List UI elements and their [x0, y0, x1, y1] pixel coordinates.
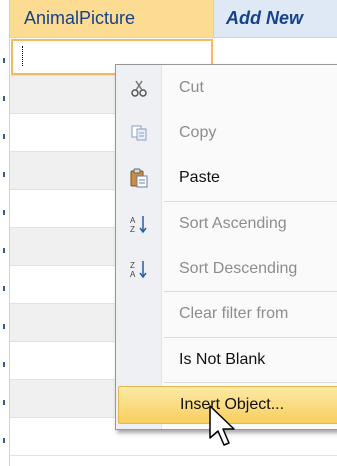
- sort-descending-icon: ZA: [126, 256, 152, 282]
- row-marker: [3, 438, 5, 443]
- menu-item-label: Cut: [179, 79, 204, 96]
- menu-item-cut[interactable]: Cut: [116, 69, 337, 107]
- column-header-add-new[interactable]: Add New: [214, 0, 337, 38]
- menu-separator: [164, 201, 337, 202]
- menu-separator: [164, 382, 337, 383]
- row-marker: [3, 210, 5, 215]
- row-marker: [3, 172, 5, 177]
- context-menu: Cut Copy Paste AZ Sort Ascending ZA Sort…: [115, 64, 337, 430]
- row-marker: [3, 324, 5, 329]
- svg-text:Z: Z: [130, 225, 135, 234]
- sort-ascending-icon: AZ: [126, 211, 152, 237]
- text-caret: [22, 46, 24, 66]
- menu-item-label: Sort Ascending: [179, 215, 287, 232]
- row-marker: [3, 58, 5, 63]
- menu-item-label: Copy: [179, 124, 217, 141]
- mouse-pointer-icon: [206, 404, 246, 458]
- menu-separator: [164, 291, 337, 292]
- svg-text:A: A: [130, 270, 136, 279]
- menu-item-sort-descending[interactable]: ZA Sort Descending: [116, 250, 337, 288]
- menu-item-copy[interactable]: Copy: [116, 114, 337, 152]
- scissors-icon: [126, 75, 152, 101]
- menu-separator: [164, 337, 337, 338]
- row-marker: [3, 400, 5, 405]
- svg-text:Z: Z: [130, 261, 135, 270]
- menu-item-sort-ascending[interactable]: AZ Sort Ascending: [116, 205, 337, 243]
- row-marker: [3, 248, 5, 253]
- menu-item-label: Sort Descending: [179, 260, 298, 277]
- row-marker: [3, 134, 5, 139]
- menu-item-label: Clear filter from: [179, 305, 289, 322]
- paste-icon: [126, 165, 152, 191]
- row-marker: [3, 286, 5, 291]
- menu-item-label: Is Not Blank: [179, 351, 266, 368]
- menu-item-label: Paste: [179, 169, 220, 186]
- svg-text:A: A: [130, 216, 136, 225]
- menu-item-paste[interactable]: Paste: [116, 159, 337, 197]
- menu-item-clear-filter[interactable]: Clear filter from: [116, 295, 337, 333]
- row-marker: [3, 96, 5, 101]
- row-marker: [3, 362, 5, 367]
- row-selector-strip[interactable]: [0, 0, 10, 466]
- column-header-animalpicture[interactable]: AnimalPicture: [10, 0, 214, 38]
- copy-icon: [126, 120, 152, 146]
- menu-item-is-not-blank[interactable]: Is Not Blank: [116, 341, 337, 379]
